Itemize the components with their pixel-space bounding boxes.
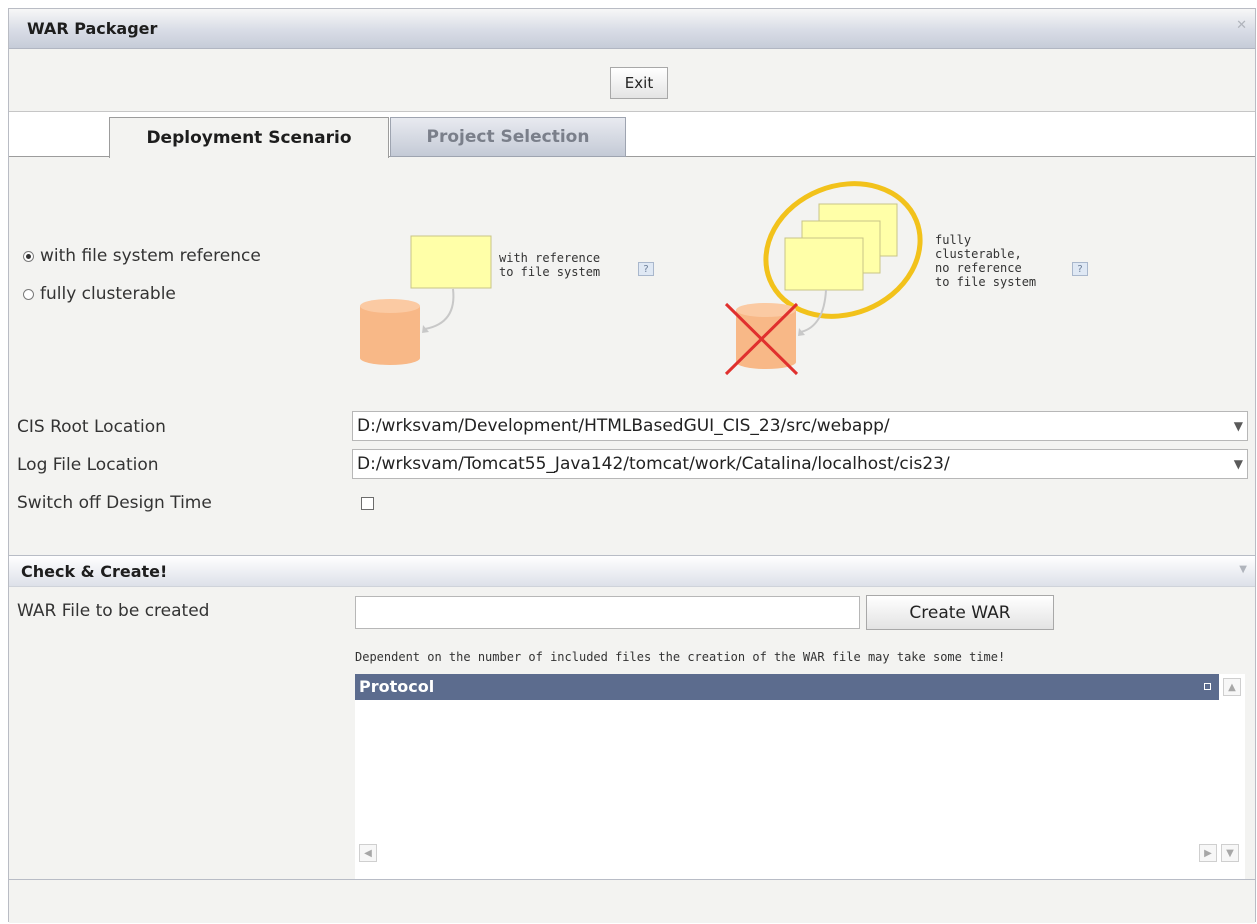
status-footer [9,879,1255,923]
radio-label: with file system reference [40,246,261,266]
radio-label: fully clusterable [40,284,176,304]
scroll-left-icon[interactable]: ◀ [359,844,377,862]
chevron-down-icon[interactable]: ▼ [1234,450,1243,478]
scroll-right-icon[interactable]: ▶ [1199,844,1217,862]
exit-button[interactable]: Exit [610,67,668,99]
tab-project-selection[interactable]: Project Selection [390,117,626,157]
protocol-header-label: Protocol [359,677,435,696]
webapp-note-shape [784,237,864,291]
radio-option-fully-clusterable[interactable]: fully clusterable [23,284,176,304]
column-menu-icon[interactable] [1204,683,1211,690]
war-file-label: WAR File to be created [17,601,210,621]
scroll-down-icon[interactable]: ▼ [1221,844,1239,862]
cis-root-label: CIS Root Location [17,417,166,437]
reference-diagram [360,235,492,365]
tab-strip: Deployment Scenario Project Selection [9,112,1255,158]
create-war-button[interactable]: Create WAR [866,595,1054,630]
design-time-label: Switch off Design Time [17,493,212,513]
radio-option-file-system-reference[interactable]: with file system reference [23,246,261,266]
database-icon [360,299,420,365]
collapse-icon[interactable]: ▼ [1239,564,1247,575]
log-file-label: Log File Location [17,455,159,475]
radio-button[interactable] [23,288,34,300]
log-file-combobox[interactable]: D:/wrksvam/Tomcat55_Java142/tomcat/work/… [352,449,1248,479]
toolbar: Exit [9,49,1255,112]
connector-arrow [424,288,455,330]
log-file-value: D:/wrksvam/Tomcat55_Java142/tomcat/work/… [357,454,950,474]
title-bar: WAR Packager ✕ [9,9,1255,49]
cis-root-combobox[interactable]: D:/wrksvam/Development/HTMLBasedGUI_CIS_… [352,411,1248,441]
webapp-note-shape [410,235,492,289]
help-icon[interactable]: ? [1072,262,1088,276]
clusterable-diagram [724,181,923,376]
design-time-checkbox[interactable] [361,497,374,510]
hint-text: Dependent on the number of included file… [355,650,1006,664]
close-icon[interactable]: ✕ [1236,18,1247,33]
protocol-header: Protocol [355,674,1219,700]
chevron-down-icon[interactable]: ▼ [1234,412,1243,440]
reference-caption: with reference to file system [499,251,601,279]
scroll-up-icon[interactable]: ▲ [1223,678,1241,696]
protocol-table[interactable]: Protocol ▲ ◀ ▶ ▼ [355,674,1245,884]
window-title: WAR Packager [27,19,158,38]
radio-button-checked[interactable] [23,250,34,262]
war-file-input[interactable] [355,596,860,629]
clusterable-caption: fully clusterable, no reference to file … [935,233,1037,289]
tab-deployment-scenario[interactable]: Deployment Scenario [109,117,389,158]
check-create-header[interactable]: Check & Create! ▼ [9,555,1255,587]
section-title: Check & Create! [21,562,168,581]
war-packager-window: WAR Packager ✕ Exit Deployment Scenario … [8,8,1256,923]
help-icon[interactable]: ? [638,262,654,276]
cis-root-value: D:/wrksvam/Development/HTMLBasedGUI_CIS_… [357,416,890,436]
